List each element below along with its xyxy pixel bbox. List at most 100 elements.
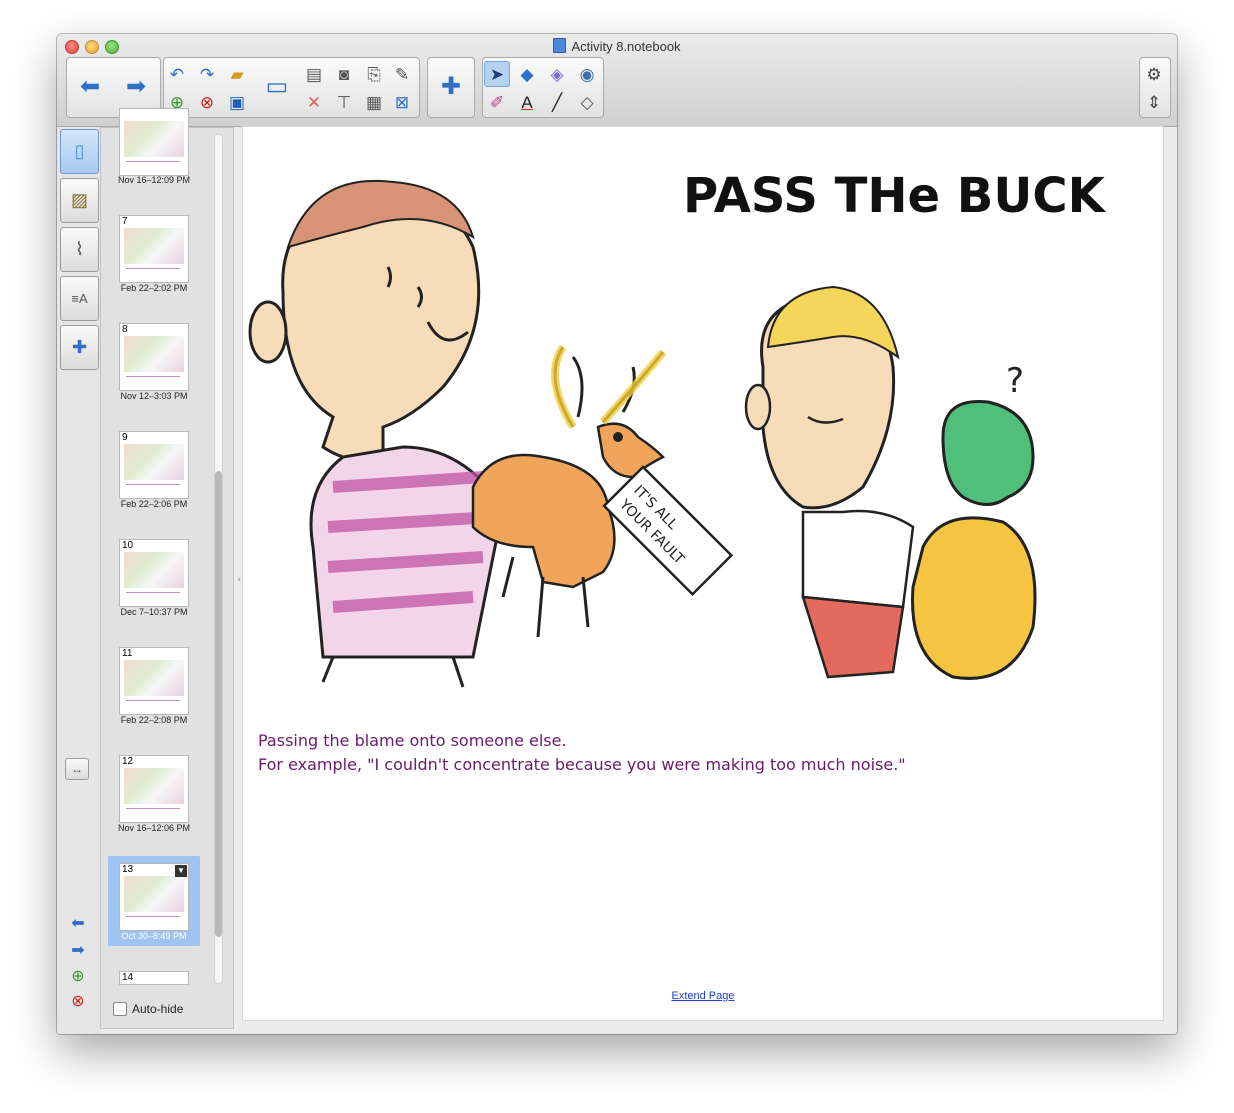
pen-selection-icon: ✎: [394, 64, 410, 84]
page-thumbnail-selected[interactable]: 13 ▼: [119, 863, 189, 931]
properties-icon: ≡A: [71, 291, 88, 306]
page-thumbnail[interactable]: 9: [119, 431, 189, 499]
page-heading: PASS THe BUCK: [683, 168, 1107, 224]
page-thumbnail[interactable]: [119, 108, 189, 176]
caption-text: Passing the blame onto someone else. For…: [258, 731, 906, 774]
autohide-checkbox[interactable]: [113, 1002, 127, 1016]
whiteboard-page[interactable]: PASS THe BUCK IT'S ALL YOUR FAULT ? Pass…: [242, 126, 1164, 1021]
document-icon: [553, 38, 567, 53]
pens-icon: ✐: [489, 92, 505, 112]
sidebar-next-button[interactable]: ➡: [69, 941, 87, 959]
page-thumbnail[interactable]: 14: [119, 971, 189, 985]
panel-divider[interactable]: ‹: [238, 574, 241, 584]
page-date: Nov 16–12:09 PM: [117, 175, 191, 185]
redo-icon: ↷: [199, 64, 215, 84]
tab-properties[interactable]: ≡A: [60, 276, 99, 321]
camera-icon: ⎘: [367, 64, 381, 84]
tab-attachments[interactable]: ⌇: [60, 227, 99, 272]
text-icon: A: [521, 92, 533, 112]
sidebar-delete-page-button[interactable]: ⊗: [69, 992, 87, 1010]
save-icon: ▣: [228, 92, 246, 112]
fill-tool-button[interactable]: ◉: [574, 61, 600, 87]
close-toolbar-button[interactable]: ⊠: [389, 89, 415, 115]
gallery-icon: ▨: [70, 190, 88, 210]
page-icon: ▯: [74, 141, 85, 161]
magic-pen-button[interactable]: ◈: [544, 61, 570, 87]
paste-button[interactable]: ▤: [301, 61, 327, 87]
eraser-tool-button[interactable]: ◇: [574, 89, 600, 115]
page-thumbnail[interactable]: 8: [119, 323, 189, 391]
sidebar-resize-button[interactable]: ↔: [65, 758, 89, 780]
delete-page-icon: ⊗: [71, 993, 85, 1010]
line-tool-button[interactable]: ╱: [544, 89, 570, 115]
table-icon: ▦: [365, 92, 383, 112]
select-tool-button[interactable]: ➤: [484, 61, 510, 87]
resize-icon: ↔: [71, 762, 83, 776]
scrollbar-thumb[interactable]: [215, 471, 222, 937]
screen-capture-icon: ◙: [338, 64, 350, 84]
pen-selection-button[interactable]: ✎: [389, 61, 415, 87]
addons-button[interactable]: ✚: [431, 61, 471, 113]
close-box-icon: ⊠: [394, 92, 410, 112]
delete-page-button[interactable]: ⊗: [194, 89, 220, 115]
delete-page-icon: ⊗: [199, 92, 215, 112]
window-title: Activity 8.notebook: [57, 38, 1177, 54]
thumbnail-menu-icon[interactable]: ▼: [175, 865, 187, 877]
tab-page-sorter[interactable]: ▯: [60, 129, 99, 174]
svg-text:?: ?: [1006, 361, 1024, 401]
sidebar-previous-button[interactable]: ⬅: [69, 914, 87, 932]
clear-button[interactable]: ✕: [301, 89, 327, 115]
highlighter-icon: ◈: [550, 64, 564, 84]
page-actions-group: ↶ ↷ ▰ ⊕ ⊗ ▣ ▭ ▤ ◙ ⎘ ✎ ✕ ⊤ ▦ ⊠: [163, 57, 420, 118]
page-date: Nov 12–3:03 PM: [120, 391, 188, 401]
page-thumbnail[interactable]: 10: [119, 539, 189, 607]
arrow-right-icon: ➡: [125, 73, 147, 100]
tab-addons[interactable]: ✚: [60, 325, 99, 370]
sidebar-add-page-button[interactable]: ⊕: [69, 967, 87, 985]
undo-icon: ↶: [169, 64, 185, 84]
sorter-scrollbar[interactable]: [214, 134, 223, 984]
addons-group: ✚: [427, 57, 475, 118]
boy-left-figure: [248, 179, 505, 688]
tools-group: ➤ ◆ ◈ ◉ ✐ A ╱ ◇: [482, 57, 604, 118]
tab-gallery[interactable]: ▨: [60, 178, 99, 223]
page-thumbnail[interactable]: 7: [119, 215, 189, 283]
paste-icon: ▤: [305, 64, 323, 84]
open-file-button[interactable]: ▰: [224, 61, 250, 87]
toolbar-toggle-button[interactable]: ⇕: [1141, 89, 1167, 115]
blame-tag: IT'S ALL YOUR FAULT: [602, 465, 734, 597]
screen-capture-button[interactable]: ◙: [331, 61, 357, 87]
full-screen-button[interactable]: ⊤: [331, 89, 357, 115]
page-thumbnail[interactable]: 12: [119, 755, 189, 823]
extend-page-link[interactable]: Extend Page: [243, 990, 1163, 1002]
shapes-tool-button[interactable]: ◆: [514, 61, 540, 87]
presentation-icon: ⊤: [336, 92, 352, 112]
gear-icon: ⚙: [1146, 64, 1162, 84]
expand-icon: ⇕: [1146, 92, 1162, 112]
puzzle-icon: ✚: [440, 73, 462, 100]
text-tool-button[interactable]: A: [514, 89, 540, 115]
next-page-button[interactable]: ➡: [116, 61, 156, 113]
save-button[interactable]: ▣: [224, 89, 250, 115]
screen-shade-button[interactable]: ▭: [257, 61, 297, 113]
select-pointer-icon: ➤: [489, 64, 505, 84]
sidebar-tabs: ▯ ▨ ⌇ ≡A ✚ ↔ ⬅ ➡ ⊕ ⊗: [57, 127, 100, 1034]
page-date: Oct 30–8:49 PM: [121, 931, 187, 941]
page-date: Feb 22–2:06 PM: [120, 499, 188, 509]
previous-page-button[interactable]: ⬅: [70, 61, 110, 113]
arrow-right-icon: ➡: [71, 942, 85, 959]
page-date: Feb 22–2:02 PM: [120, 283, 188, 293]
add-page-icon: ⊕: [71, 968, 85, 985]
page-thumbnail[interactable]: 11: [119, 647, 189, 715]
pens-tool-button[interactable]: ✐: [484, 89, 510, 115]
redo-button[interactable]: ↷: [194, 61, 220, 87]
settings-button[interactable]: ⚙: [1141, 61, 1167, 87]
arrow-left-icon: ⬅: [71, 915, 85, 932]
autohide-option[interactable]: Auto-hide: [113, 1002, 183, 1016]
document-camera-button[interactable]: ⎘: [361, 61, 387, 87]
arrow-left-icon: ⬅: [79, 73, 101, 100]
undo-button[interactable]: ↶: [164, 61, 190, 87]
paperclip-icon: ⌇: [75, 239, 84, 259]
table-button[interactable]: ▦: [361, 89, 387, 115]
titlebar: Activity 8.notebook ⬅ ➡ ↶ ↷ ▰ ⊕ ⊗ ▣ ▭ ▤ …: [57, 34, 1177, 127]
